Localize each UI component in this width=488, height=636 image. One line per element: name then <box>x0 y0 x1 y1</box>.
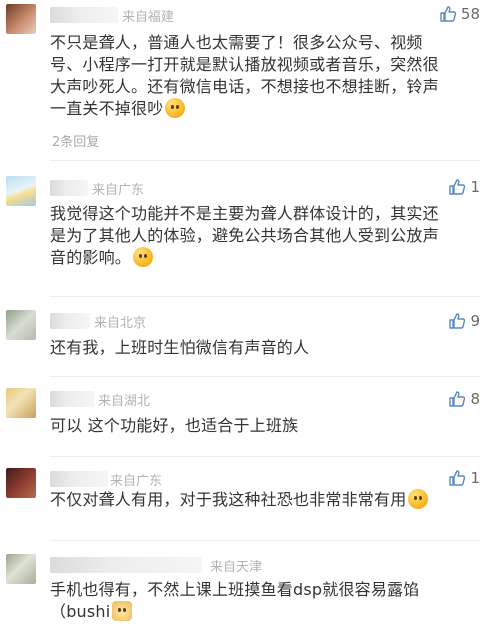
like-button[interactable]: 58 <box>439 3 480 25</box>
comment-text: 还有我，上班时生怕微信有声音的人 <box>50 337 480 359</box>
like-button[interactable]: 8 <box>448 388 480 410</box>
comment-text: 不只是聋人，普通人也太需要了！很多公众号、视频 号、小程序一打开就是默认播放视频… <box>50 32 480 120</box>
location-label: 来自天津 <box>210 560 263 575</box>
like-count: 58 <box>460 5 480 23</box>
comment-text: 手机也得有，不然上课上班摸鱼看dsp就很容易露馅 （bushi <box>50 579 480 623</box>
thumbs-up-icon <box>440 6 457 22</box>
location-label: 来自广东 <box>110 474 163 489</box>
avatar[interactable] <box>6 4 36 34</box>
username[interactable] <box>50 471 108 487</box>
comment-line: 一直关不掉很吵 <box>50 98 480 120</box>
avatar[interactable] <box>6 554 36 584</box>
replies-link[interactable]: 2条回复 <box>52 131 99 150</box>
comment-line: 手机也得有，不然上课上班摸鱼看dsp就很容易露馅 <box>50 580 420 599</box>
thumbs-up-icon <box>449 179 466 195</box>
thumbs-up-icon <box>449 313 466 329</box>
divider <box>50 540 480 541</box>
comment-line: 还有我，上班时生怕微信有声音的人 <box>50 338 310 357</box>
comment-text: 可以 这个功能好，也适合于上班族 <box>50 415 480 437</box>
like-count: 9 <box>470 312 480 330</box>
thinking-face-icon <box>133 247 154 267</box>
comment-item: 来自福建 58 不只是聋人，普通人也太需要了！很多公众号、视频 号、小程序一打开… <box>0 0 488 150</box>
cat-face-icon <box>112 601 133 621</box>
comment-item: 来自北京 9 还有我，上班时生怕微信有声音的人 <box>0 306 488 366</box>
nervous-face-icon <box>408 489 429 509</box>
location-label: 来自北京 <box>94 316 147 331</box>
comment-line: 音的影响。 <box>50 247 480 269</box>
like-button[interactable]: 1 <box>448 467 480 489</box>
comment-line: 不仅对聋人有用，对于我这种社恐也非常非常有用 <box>50 489 480 511</box>
location-label: 来自湖北 <box>98 394 151 409</box>
comment-text: 不仅对聋人有用，对于我这种社恐也非常非常有用 <box>50 489 480 511</box>
divider <box>50 456 480 457</box>
avatar[interactable] <box>6 388 36 418</box>
comment-line: 是为了其他人的体验，避免公共场合其他人受到公放声 <box>50 226 439 245</box>
comment-line: （bushi <box>50 601 480 623</box>
comment-line: 不只是聋人，普通人也太需要了！很多公众号、视频 <box>50 33 423 52</box>
thumbs-up-icon <box>449 391 466 407</box>
divider <box>50 376 480 377</box>
flushed-face-icon <box>165 98 186 118</box>
divider <box>50 296 480 297</box>
like-button[interactable]: 9 <box>448 310 480 332</box>
avatar[interactable] <box>6 310 36 340</box>
like-count: 1 <box>470 469 480 487</box>
like-button[interactable]: 1 <box>448 176 480 198</box>
comment-text: 我觉得这个功能并不是主要为聋人群体设计的，其实还 是为了其他人的体验，避免公共场… <box>50 203 480 269</box>
like-count: 8 <box>470 390 480 408</box>
comment-item: 来自湖北 8 可以 这个功能好，也适合于上班族 <box>0 384 488 444</box>
comment-item: 来自广东 1 我觉得这个功能并不是主要为聋人群体设计的，其实还 是为了其他人的体… <box>0 170 488 280</box>
comment-item: 来自天津 手机也得有，不然上课上班摸鱼看dsp就很容易露馅 （bushi <box>0 550 488 636</box>
divider <box>50 160 480 161</box>
comment-line: 可以 这个功能好，也适合于上班族 <box>50 416 299 435</box>
avatar[interactable] <box>6 176 36 206</box>
location-label: 来自广东 <box>92 183 145 198</box>
location-label: 来自福建 <box>122 10 175 25</box>
comment-line: 我觉得这个功能并不是主要为聋人群体设计的，其实还 <box>50 204 439 223</box>
like-count: 1 <box>470 178 480 196</box>
username[interactable] <box>50 557 202 573</box>
username[interactable] <box>50 313 90 329</box>
comment-line: 号、小程序一打开就是默认播放视频或者音乐，突然很 <box>50 55 439 74</box>
username[interactable] <box>50 391 94 407</box>
avatar[interactable] <box>6 468 36 498</box>
comment-line: 大声吵死人。还有微信电话，不想接也不想挂断，铃声 <box>50 77 439 96</box>
username[interactable] <box>50 7 118 23</box>
comment-item: 来自广东 1 不仅对聋人有用，对于我这种社恐也非常非常有用 <box>0 464 488 534</box>
thumbs-up-icon <box>449 470 466 486</box>
username[interactable] <box>50 180 88 196</box>
